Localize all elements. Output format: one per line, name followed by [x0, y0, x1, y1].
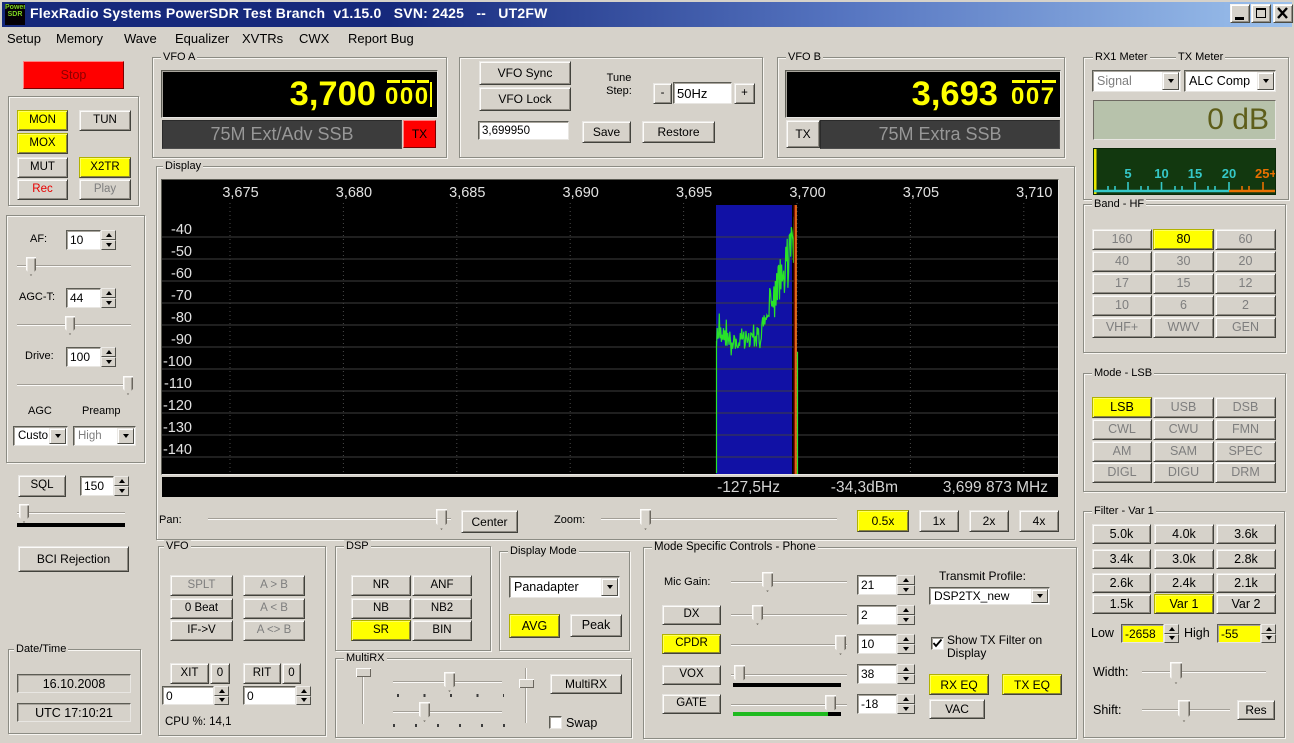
svg-text:-60: -60 [171, 266, 192, 282]
svg-text:3,690: 3,690 [563, 185, 599, 201]
svg-text:3,675: 3,675 [222, 185, 258, 201]
svg-text:-90: -90 [171, 332, 192, 348]
svg-text:-100: -100 [163, 354, 192, 370]
svg-text:25+: 25+ [1255, 166, 1275, 181]
svg-text:-110: -110 [164, 376, 192, 392]
svg-text:-120: -120 [163, 398, 192, 414]
svg-text:-40: -40 [171, 222, 192, 238]
svg-text:-50: -50 [171, 244, 192, 260]
svg-text:15: 15 [1188, 166, 1202, 181]
svg-text:-130: -130 [163, 420, 192, 436]
svg-text:3,695: 3,695 [676, 185, 712, 201]
svg-text:20: 20 [1222, 166, 1236, 181]
svg-text:-140: -140 [163, 442, 192, 458]
svg-text:3,700: 3,700 [789, 185, 825, 201]
svg-text:-70: -70 [171, 288, 192, 304]
svg-text:3,685: 3,685 [449, 185, 485, 201]
svg-text:3,680: 3,680 [336, 185, 372, 201]
svg-text:5: 5 [1124, 166, 1131, 181]
svg-text:10: 10 [1154, 166, 1168, 181]
svg-text:-80: -80 [171, 310, 192, 326]
svg-text:3,705: 3,705 [903, 185, 939, 201]
svg-text:3,710: 3,710 [1016, 185, 1052, 201]
